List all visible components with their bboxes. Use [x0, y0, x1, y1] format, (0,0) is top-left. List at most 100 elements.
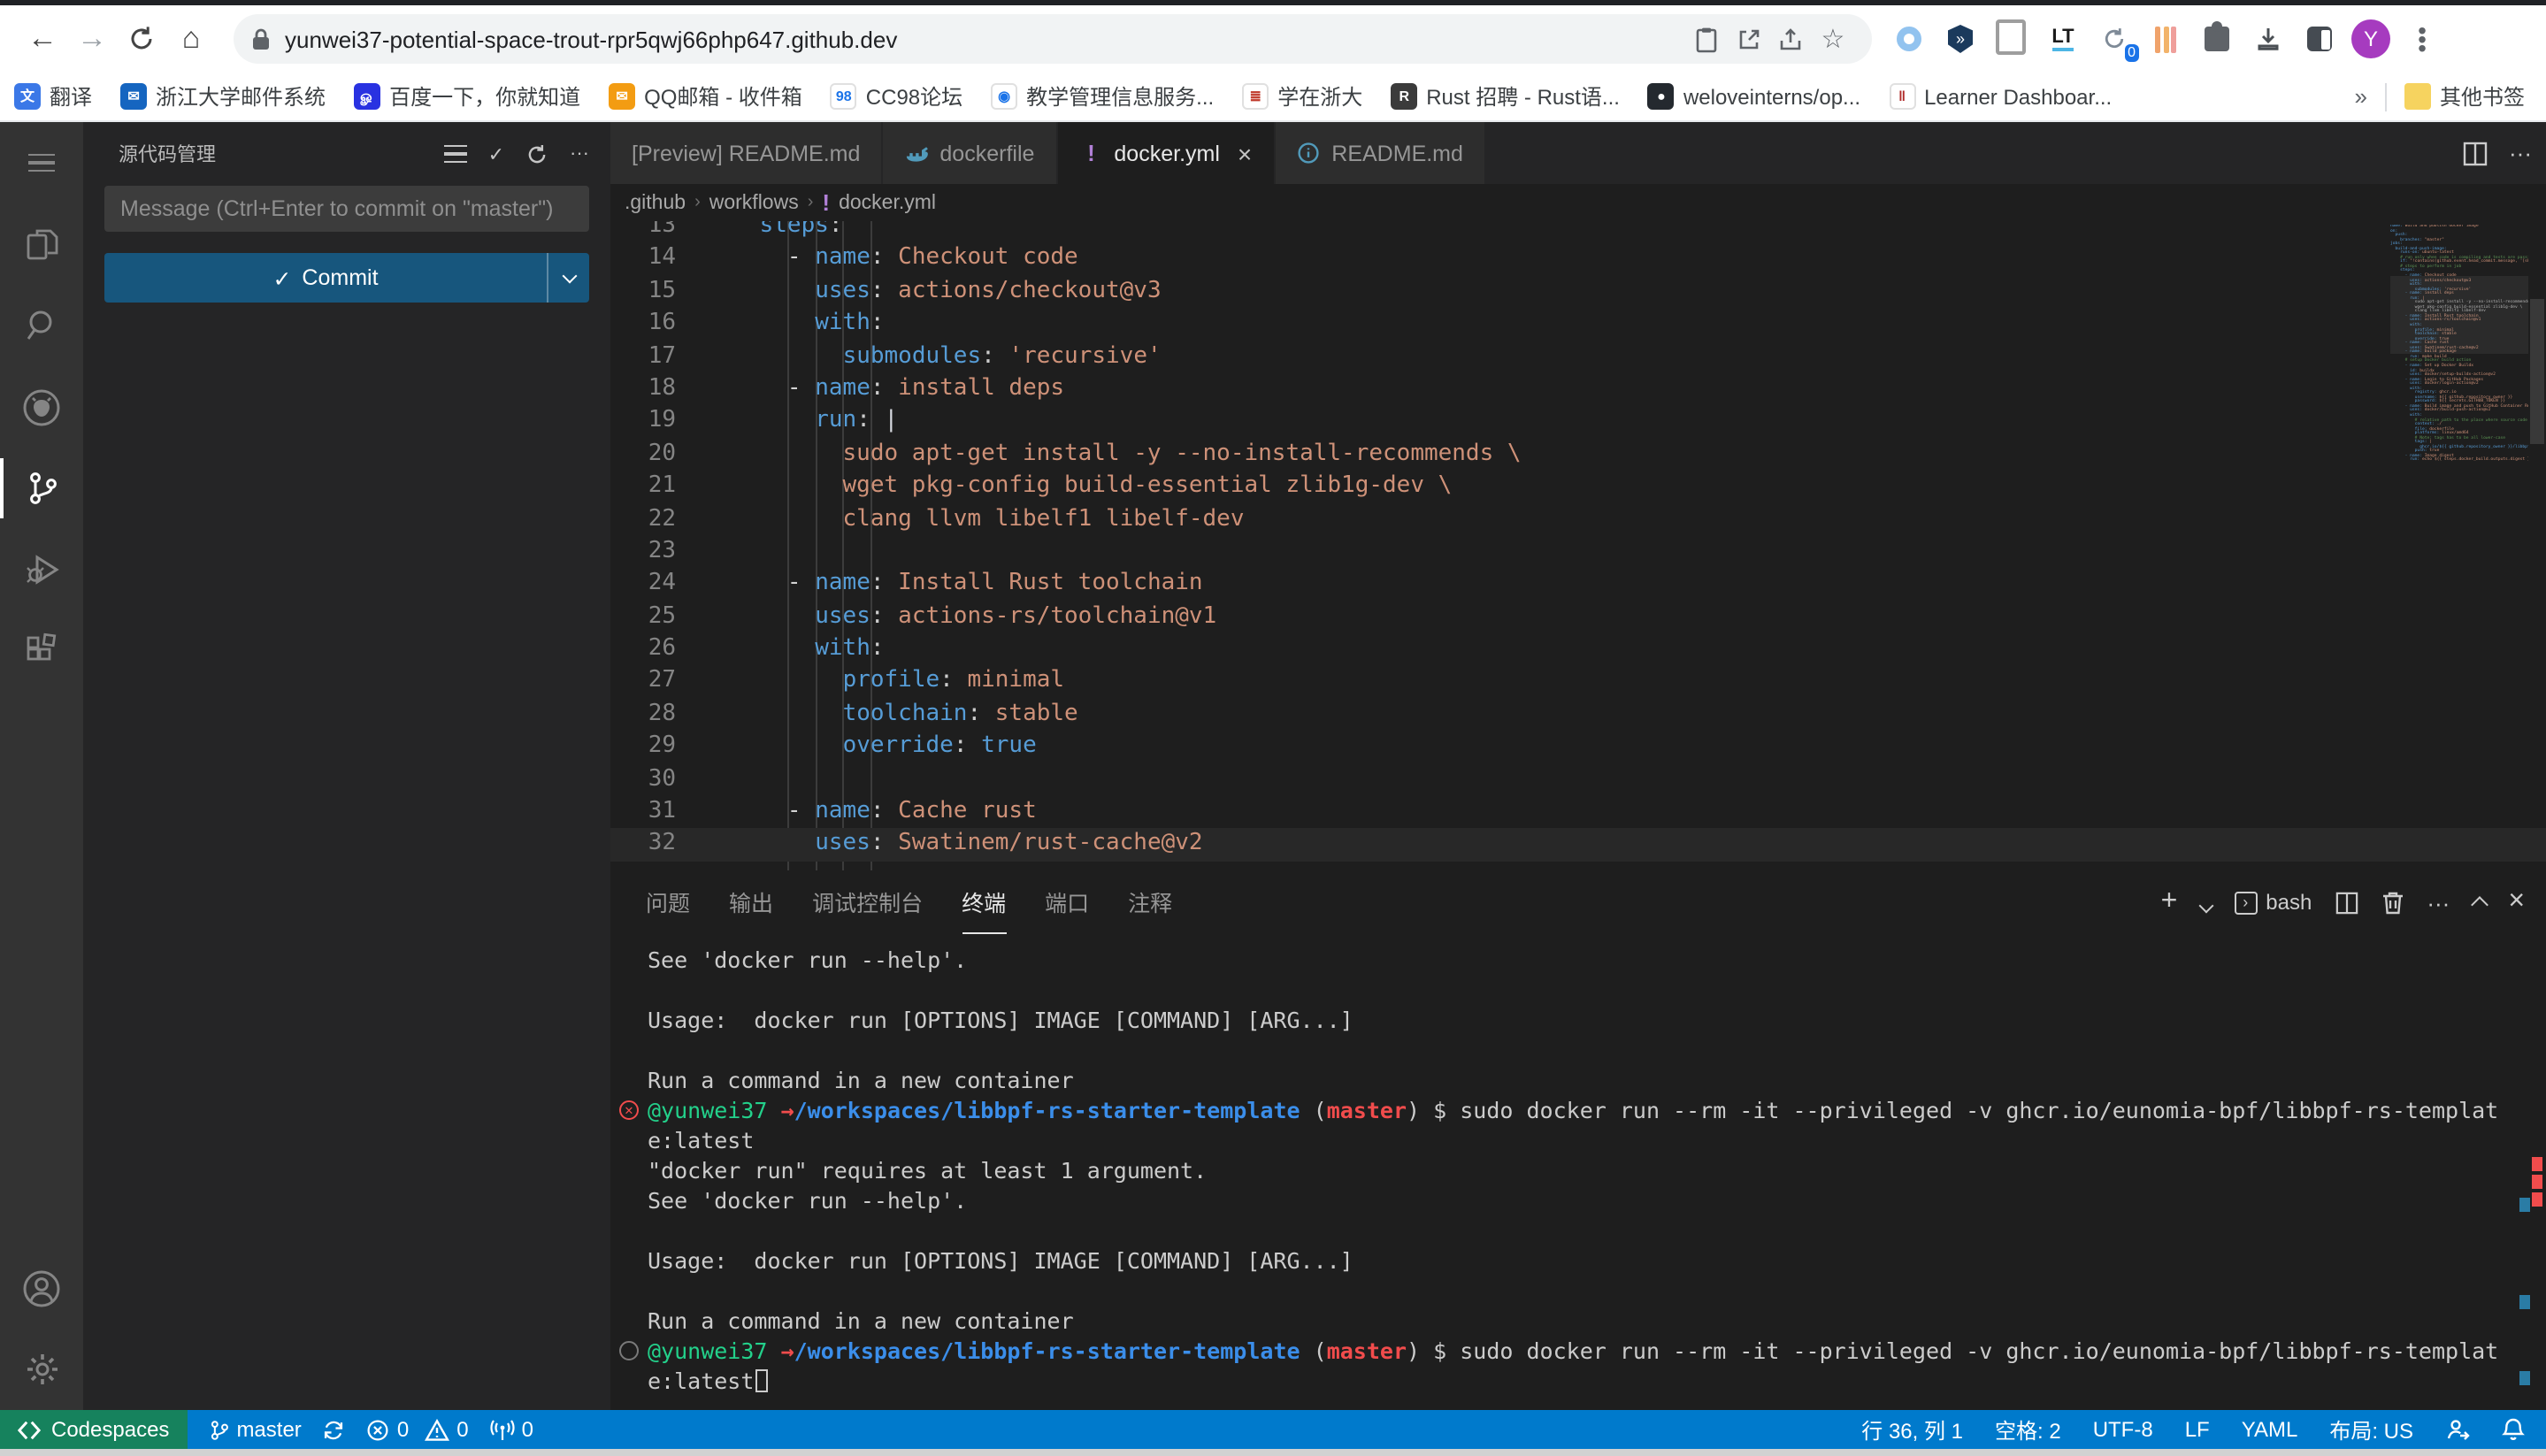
- editor-tab--preview-readme-md[interactable]: [Preview] README.md: [610, 122, 883, 184]
- source-control-icon[interactable]: [0, 448, 83, 529]
- code-line-25[interactable]: 25 uses: actions-rs/toolchain@v1: [610, 601, 2546, 633]
- indentation[interactable]: 空格: 2: [1995, 1414, 2061, 1445]
- editor-tab-docker-yml[interactable]: !docker.yml×: [1057, 122, 1275, 184]
- reload-icon[interactable]: [117, 14, 166, 64]
- bookmark-star-icon[interactable]: ☆: [1812, 18, 1854, 60]
- bookmark-item[interactable]: RRust 招聘 - Rust语...: [1391, 81, 1620, 111]
- profile-avatar[interactable]: Y: [2351, 19, 2390, 58]
- minimap[interactable]: name: Build and publish docker imageon: …: [2390, 225, 2528, 579]
- split-terminal-icon[interactable]: [2335, 891, 2358, 914]
- shield-extension-icon[interactable]: »: [1941, 19, 1980, 58]
- code-editor[interactable]: 13 steps:14 - name: Checkout code15 uses…: [610, 221, 2546, 870]
- code-line-15[interactable]: 15 uses: actions/checkout@v3: [610, 276, 2546, 309]
- view-and-sort-icon[interactable]: [444, 145, 467, 164]
- account-icon[interactable]: [0, 1247, 83, 1329]
- code-line-26[interactable]: 26 with:: [610, 633, 2546, 666]
- url-text[interactable]: yunwei37-potential-space-trout-rpr5qwj66…: [285, 26, 1684, 52]
- bookmark-item[interactable]: ‖Learner Dashboar...: [1889, 83, 2112, 110]
- editor-tab-readme-md[interactable]: README.md: [1275, 122, 1486, 184]
- maximize-panel-icon[interactable]: [2473, 889, 2485, 916]
- panel-tab-4[interactable]: 端口: [1045, 870, 1089, 934]
- explorer-icon[interactable]: [0, 203, 83, 285]
- more-actions-icon[interactable]: ···: [570, 143, 589, 165]
- side-panel-icon[interactable]: [2300, 19, 2339, 58]
- puzzle-extensions-icon[interactable]: [2197, 19, 2236, 58]
- bookmark-item[interactable]: ௐ百度一下，你就知道: [354, 81, 580, 111]
- new-terminal-icon[interactable]: +: [2161, 886, 2178, 918]
- code-line-21[interactable]: 21 wget pkg-config build-essential zlib1…: [610, 471, 2546, 503]
- code-line-27[interactable]: 27 profile: minimal: [610, 666, 2546, 699]
- editor-scrollbar[interactable]: [2528, 221, 2546, 870]
- eol-sequence[interactable]: LF: [2185, 1417, 2210, 1442]
- code-line-14[interactable]: 14 - name: Checkout code: [610, 243, 2546, 276]
- forward-icon[interactable]: →: [67, 14, 117, 64]
- remote-indicator-codespaces[interactable]: Codespaces: [0, 1410, 187, 1449]
- commit-message-input[interactable]: [104, 186, 589, 232]
- commit-check-icon[interactable]: ✓: [488, 142, 504, 165]
- terminal-output[interactable]: See 'docker run --help'.Usage: docker ru…: [610, 934, 2546, 1410]
- terminal-instance-bash[interactable]: ›bash: [2234, 890, 2312, 915]
- github-icon[interactable]: [0, 366, 83, 448]
- languagetool-extension-icon[interactable]: LT: [2044, 19, 2082, 58]
- panel-more-actions-icon[interactable]: ···: [2427, 889, 2450, 916]
- code-line-18[interactable]: 18 - name: install deps: [610, 373, 2546, 406]
- commit-dropdown[interactable]: [547, 253, 589, 303]
- code-line-17[interactable]: 17 submodules: 'recursive': [610, 341, 2546, 373]
- refresh-icon[interactable]: [525, 142, 548, 165]
- split-editor-icon[interactable]: [2463, 141, 2488, 165]
- bookmark-item[interactable]: ✉浙江大学邮件系统: [120, 81, 326, 111]
- notes-extension-icon[interactable]: [1992, 19, 2031, 58]
- cursor-position[interactable]: 行 36, 列 1: [1861, 1414, 1963, 1445]
- editor-tab-dockerfile[interactable]: dockerfile: [883, 122, 1057, 184]
- download-icon[interactable]: [2249, 19, 2288, 58]
- bookmark-item[interactable]: ●weloveinterns/op...: [1648, 83, 1860, 110]
- bookmarks-overflow-chevron[interactable]: »: [2355, 83, 2367, 110]
- bookmark-item[interactable]: ◉教学管理信息服务...: [991, 81, 1214, 111]
- browser-menu-icon[interactable]: •••: [2403, 19, 2442, 58]
- refresh-badge-extension-icon[interactable]: 0: [2095, 19, 2134, 58]
- settings-gear-icon[interactable]: [0, 1329, 83, 1410]
- sync-changes-button[interactable]: [323, 1418, 346, 1441]
- feedback-icon[interactable]: [2445, 1417, 2470, 1442]
- close-tab-icon[interactable]: ×: [1238, 139, 1252, 167]
- code-line-32[interactable]: 32 uses: Swatinem/rust-cache@v2: [610, 829, 2546, 862]
- terminal-dropdown-icon[interactable]: [2200, 889, 2211, 916]
- run-debug-icon[interactable]: [0, 529, 83, 610]
- share-icon[interactable]: [1769, 18, 1812, 60]
- branch-indicator[interactable]: master: [208, 1417, 301, 1442]
- keyboard-layout[interactable]: 布局: US: [2329, 1414, 2413, 1445]
- minimap-viewport[interactable]: [2390, 276, 2528, 354]
- extensions-icon[interactable]: [0, 610, 83, 692]
- ports-indicator[interactable]: 0: [490, 1417, 533, 1442]
- problems-indicator[interactable]: 0 0: [367, 1417, 469, 1442]
- code-line-13[interactable]: 13 steps:: [610, 221, 2546, 243]
- breadcrumb-item[interactable]: docker.yml: [839, 192, 936, 213]
- open-in-new-icon[interactable]: [1727, 18, 1769, 60]
- menu-hamburger-icon[interactable]: [0, 122, 83, 203]
- code-line-19[interactable]: 19 run: |: [610, 406, 2546, 439]
- kill-terminal-trash-icon[interactable]: [2381, 890, 2404, 915]
- search-icon[interactable]: [0, 285, 83, 366]
- code-line-30[interactable]: 30: [610, 763, 2546, 796]
- circle-extension-icon[interactable]: [1890, 19, 1929, 58]
- language-mode[interactable]: YAML: [2242, 1417, 2298, 1442]
- commit-button[interactable]: ✓Commit: [104, 253, 589, 303]
- bookmark-item[interactable]: 文翻译: [14, 81, 92, 111]
- panel-tab-0[interactable]: 问题: [646, 870, 690, 934]
- address-bar[interactable]: yunwei37-potential-space-trout-rpr5qwj66…: [234, 14, 1872, 64]
- breadcrumb-item[interactable]: workflows: [709, 192, 799, 213]
- code-line-29[interactable]: 29 override: true: [610, 732, 2546, 764]
- code-line-24[interactable]: 24 - name: Install Rust toolchain: [610, 569, 2546, 602]
- code-line-22[interactable]: 22 clang llvm libelf1 libelf-dev: [610, 503, 2546, 536]
- code-line-31[interactable]: 31 - name: Cache rust: [610, 796, 2546, 829]
- code-line-28[interactable]: 28 toolchain: stable: [610, 699, 2546, 732]
- panel-tab-2[interactable]: 调试控制台: [812, 870, 923, 934]
- encoding[interactable]: UTF-8: [2093, 1417, 2153, 1442]
- panel-tab-1[interactable]: 输出: [729, 870, 773, 934]
- editor-more-actions-icon[interactable]: ···: [2509, 140, 2532, 166]
- panel-tab-3[interactable]: 终端: [962, 870, 1006, 934]
- other-bookmarks-folder[interactable]: 其他书签: [2404, 81, 2525, 111]
- close-panel-icon[interactable]: ×: [2508, 886, 2525, 918]
- breadcrumb-item[interactable]: .github: [625, 192, 686, 213]
- panel-tab-5[interactable]: 注释: [1128, 870, 1172, 934]
